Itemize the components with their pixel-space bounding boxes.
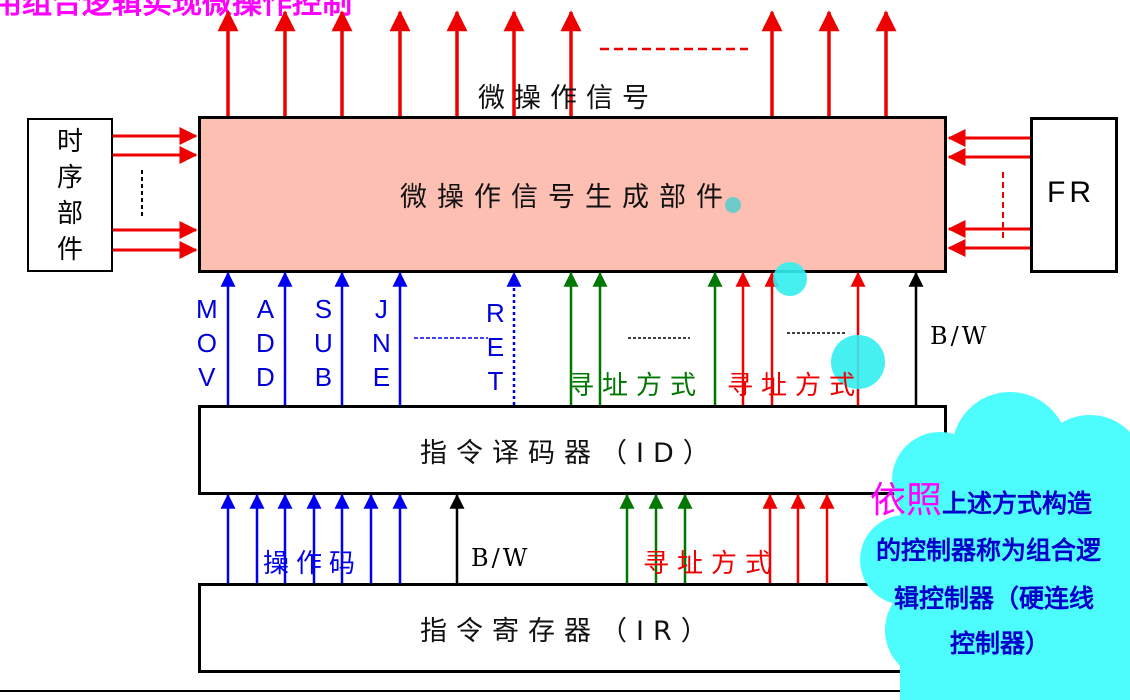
timing-input-arrows (113, 127, 198, 259)
cyan-dot-medium (773, 262, 807, 296)
addressing-mode-lower-label: 寻址方式 (643, 549, 780, 579)
opcode-letter: D (256, 328, 275, 358)
opcode-mov: M O V (196, 292, 218, 394)
opcode-letter: D (256, 362, 275, 392)
decoder-label: 指令译码器（ID） (420, 438, 719, 469)
cloud-note-line2: 的控制器称为组合逻 (876, 536, 1102, 565)
opcode-letter: U (314, 328, 333, 358)
opcode-sub: S U B (314, 292, 333, 394)
micro-signals-label: 微操作信号 (478, 83, 658, 114)
cloud-note-line4: 控制器） (950, 629, 1051, 658)
opcode-letter: A (256, 294, 275, 324)
bw-lower-label: B/W (471, 544, 531, 572)
cloud-note: 依照上述方式构造 的控制器称为组合逻 辑控制器（硬连线 控制器） (870, 476, 1130, 664)
cloud-note-highlight: 依照 (870, 480, 943, 521)
addressing-mode-green-label: 寻址方式 (568, 371, 705, 401)
opcode-label: 操作码 (263, 549, 363, 579)
opcode-letter: N (372, 328, 391, 358)
opcode-letter: J (374, 294, 388, 324)
opcode-add: A D D (256, 292, 275, 394)
opcode-letter: B (314, 362, 333, 392)
cloud-note-line1: 上述方式构造 (942, 489, 1093, 518)
opcode-letter: E (486, 332, 505, 362)
opcode-letter: T (487, 366, 504, 396)
opcode-letter: S (314, 294, 333, 324)
fr-input-arrows (947, 129, 1030, 257)
bw-upper-label: B/W (930, 322, 990, 350)
opcode-jne: J N E (372, 292, 391, 394)
generator-label: 微操作信号生成部件 (400, 182, 733, 213)
opcode-letter: R (486, 298, 505, 328)
register-label: 指令寄存器（IR） (420, 616, 717, 647)
opcode-letter: E (372, 362, 391, 392)
cloud-note-line3: 辑控制器（硬连线 (894, 584, 1095, 613)
fr-label: FR (1047, 176, 1095, 209)
opcode-ret: R E T (486, 296, 505, 398)
opcode-letter: O (196, 328, 217, 358)
opcode-letter: M (196, 294, 218, 324)
addressing-mode-red-label: 寻址方式 (727, 371, 864, 401)
opcode-letter: V (198, 362, 216, 392)
